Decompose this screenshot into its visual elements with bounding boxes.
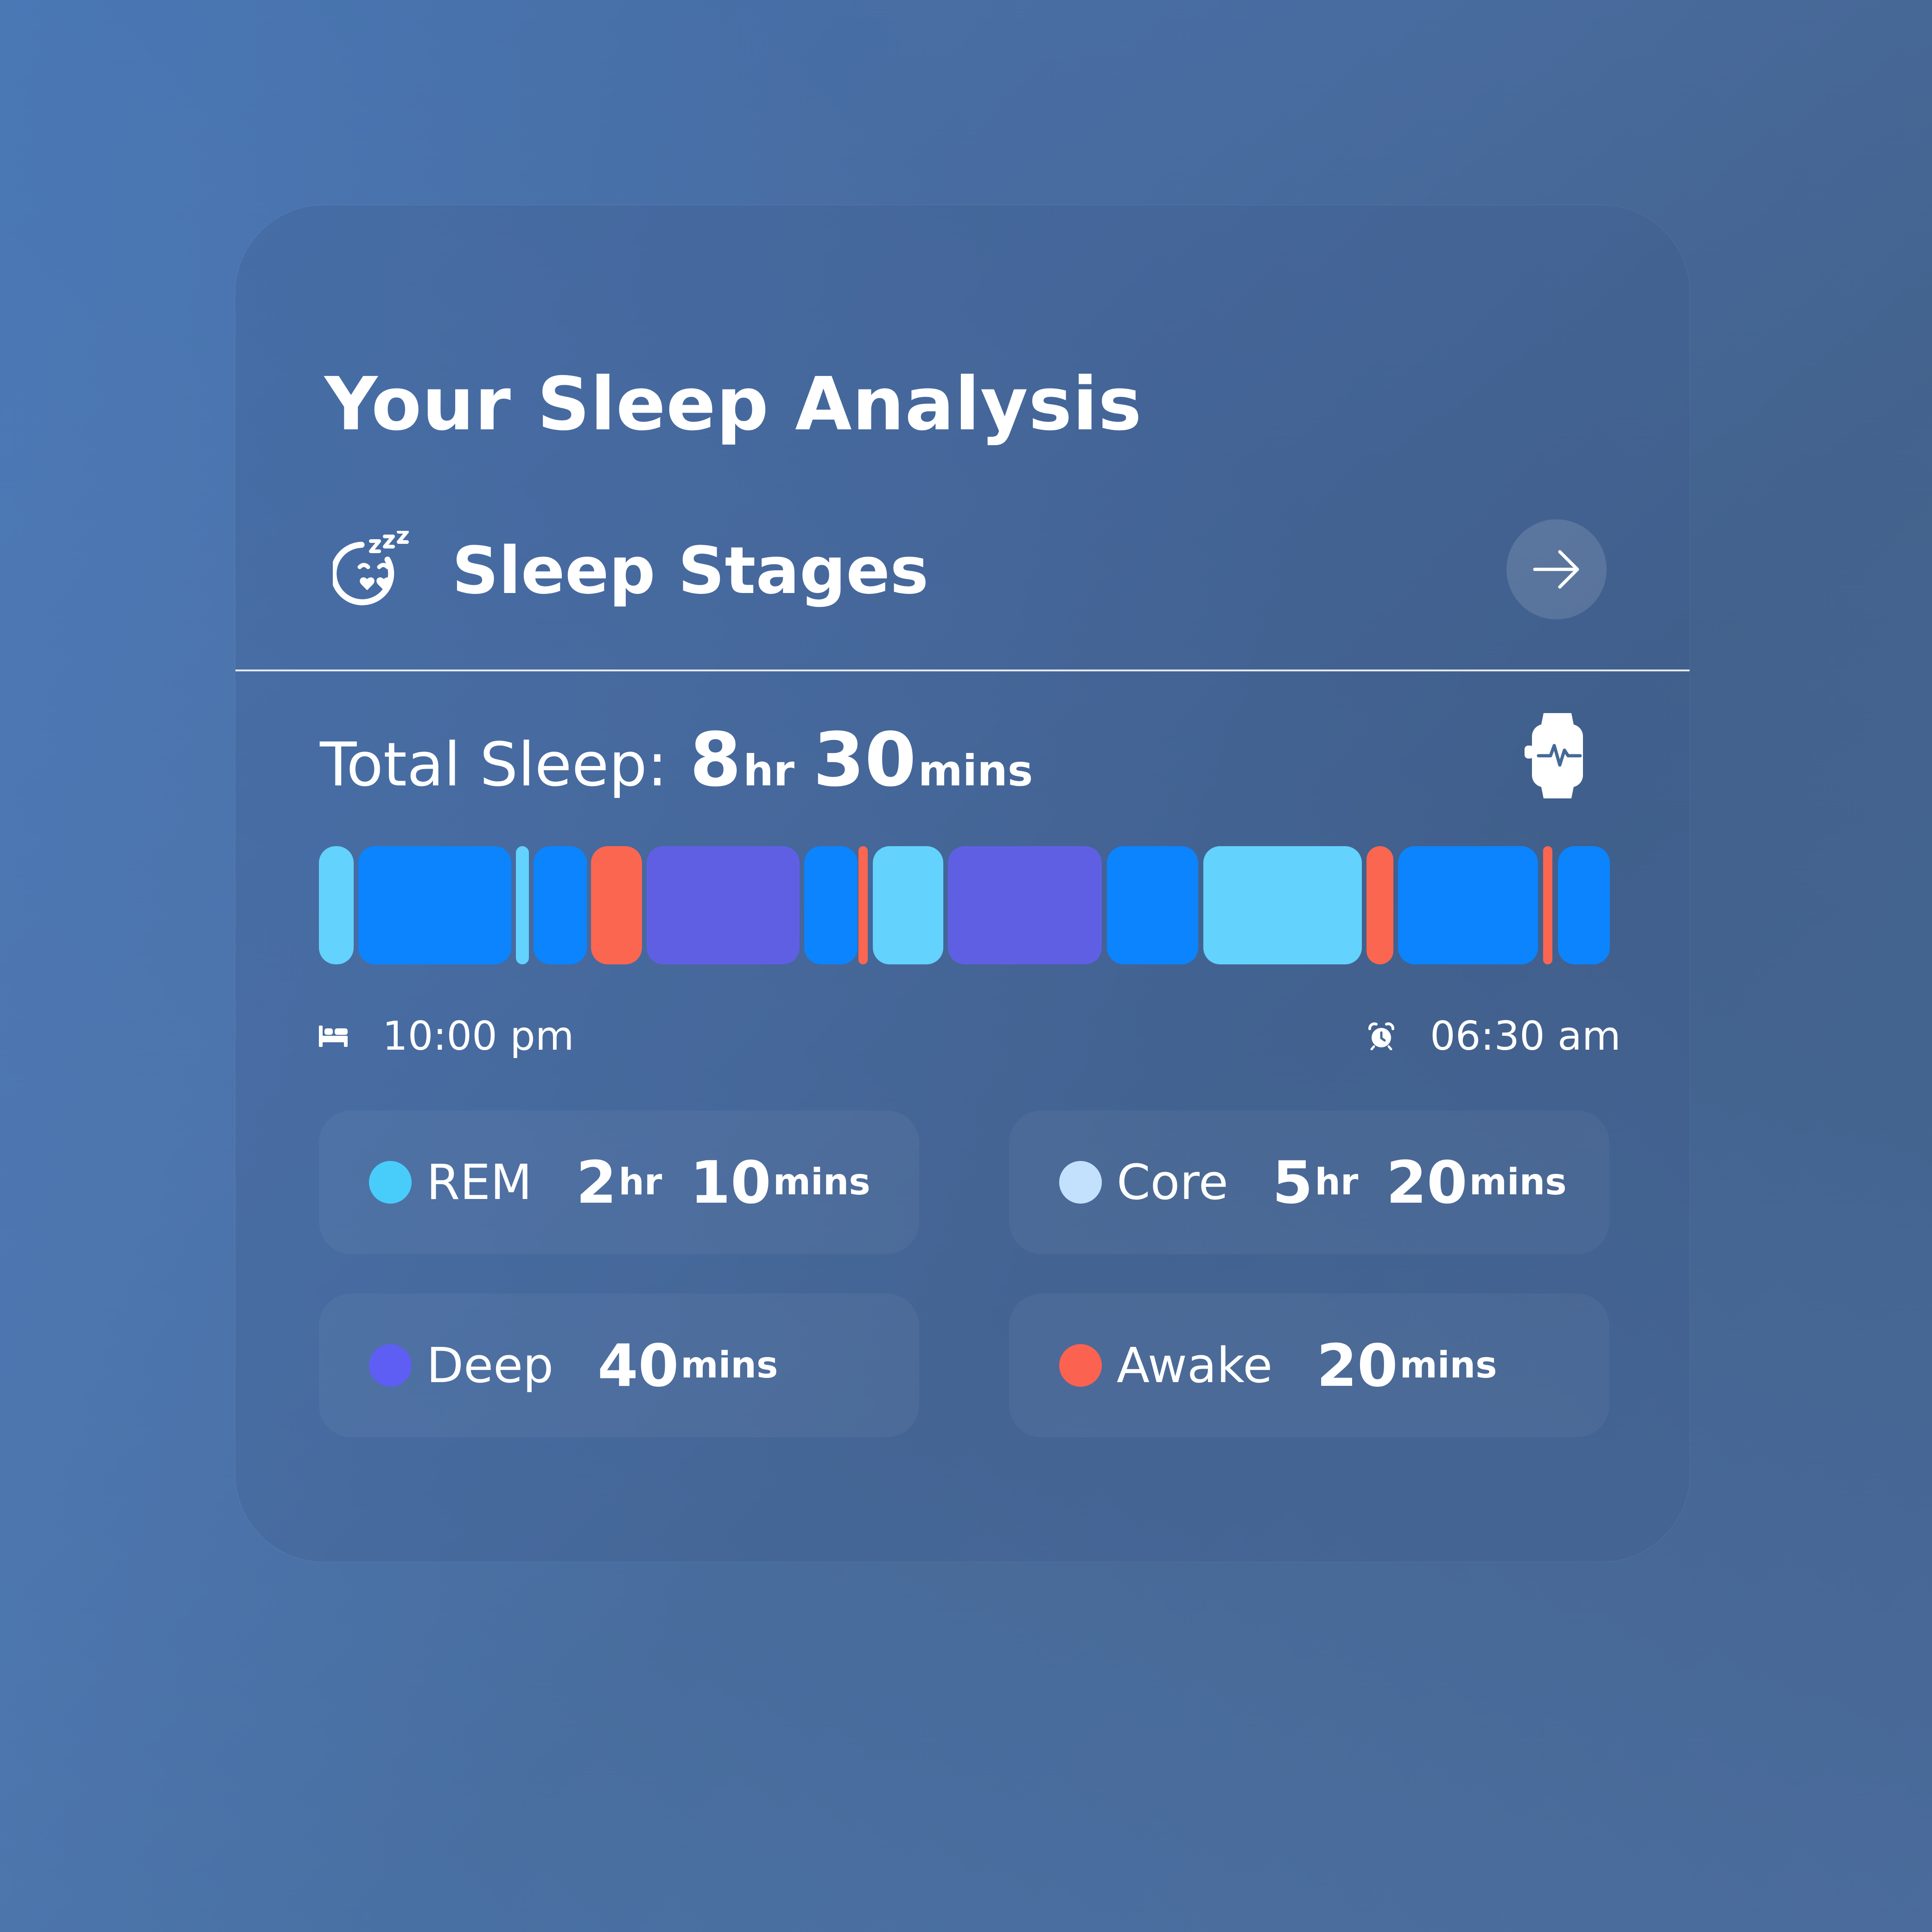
deep-color-dot	[369, 1344, 412, 1387]
timeline-segment-deep	[948, 846, 1102, 964]
bed-icon	[319, 1026, 348, 1047]
timeline-segment-light	[873, 846, 943, 964]
total-sleep-minutes-unit: mins	[918, 746, 1033, 796]
core-hours: 5	[1272, 1148, 1313, 1217]
awake-minutes-unit: mins	[1399, 1345, 1497, 1386]
page-title: Your Sleep Analysis	[324, 362, 1143, 447]
stat-card-awake: Awake 20 mins	[1009, 1294, 1609, 1437]
rem-minutes-unit: mins	[773, 1161, 871, 1203]
sleeping-face-zzz-icon	[333, 531, 409, 606]
awake-minutes: 20	[1316, 1331, 1398, 1400]
sleep-stages-label: Sleep Stages	[452, 533, 929, 609]
total-sleep-hours-unit: hr	[743, 746, 795, 796]
timeline-segment-deep	[647, 846, 800, 964]
timeline-segment-light	[516, 846, 529, 964]
core-minutes: 20	[1386, 1148, 1468, 1217]
timeline-segment-blue	[1398, 846, 1538, 964]
awake-label: Awake	[1117, 1337, 1273, 1394]
bedtime: 10:00 pm	[319, 1008, 574, 1064]
arrow-right-icon	[1533, 550, 1579, 589]
sleep-stage-timeline	[319, 846, 1610, 964]
rem-minutes: 10	[690, 1148, 771, 1217]
timeline-segment-blue	[534, 846, 587, 964]
core-minutes-unit: mins	[1469, 1161, 1567, 1203]
stat-card-deep: Deep 40 mins	[319, 1294, 919, 1437]
total-sleep-label: Total Sleep:	[320, 729, 667, 800]
deep-label: Deep	[426, 1337, 554, 1394]
timeline-segment-blue	[1558, 846, 1610, 964]
timeline-segment-blue	[1107, 846, 1198, 964]
total-sleep-hours: 8	[689, 716, 742, 803]
smartwatch-heartbeat-icon[interactable]	[1523, 709, 1592, 802]
sleep-stages-open-button[interactable]	[1506, 519, 1607, 619]
deep-minutes-unit: mins	[680, 1345, 778, 1386]
timeline-segment-light	[1203, 846, 1362, 964]
bedtime-label: 10:00 pm	[382, 1013, 574, 1059]
timeline-segment-light	[319, 846, 354, 964]
timeline-segment-blue	[804, 846, 858, 964]
rem-hours-unit: hr	[618, 1161, 662, 1203]
timeline-segment-awake	[1366, 846, 1393, 964]
total-sleep-minutes: 30	[813, 716, 916, 803]
deep-minutes: 40	[597, 1331, 679, 1400]
core-label: Core	[1117, 1154, 1228, 1211]
timeline-segment-awake	[1543, 846, 1552, 964]
core-hours-unit: hr	[1315, 1161, 1359, 1203]
timeline-segment-awake	[591, 846, 642, 964]
rem-hours: 2	[576, 1148, 617, 1217]
wake-time: 06:30 am	[1367, 1008, 1621, 1064]
stat-card-core: Core 5 hr 20 mins	[1009, 1110, 1609, 1254]
section-divider	[235, 670, 1690, 671]
rem-color-dot	[369, 1161, 412, 1204]
core-color-dot	[1059, 1161, 1102, 1204]
wake-time-label: 06:30 am	[1430, 1013, 1621, 1059]
timeline-segment-awake	[858, 846, 868, 964]
timeline-segment-blue	[358, 846, 511, 964]
rem-label: REM	[426, 1154, 532, 1211]
awake-color-dot	[1059, 1344, 1102, 1387]
alarm-clock-icon	[1368, 1022, 1394, 1050]
stat-card-rem: REM 2 hr 10 mins	[319, 1110, 919, 1254]
total-sleep: Total Sleep: 8 hr 30 mins	[320, 716, 1051, 804]
